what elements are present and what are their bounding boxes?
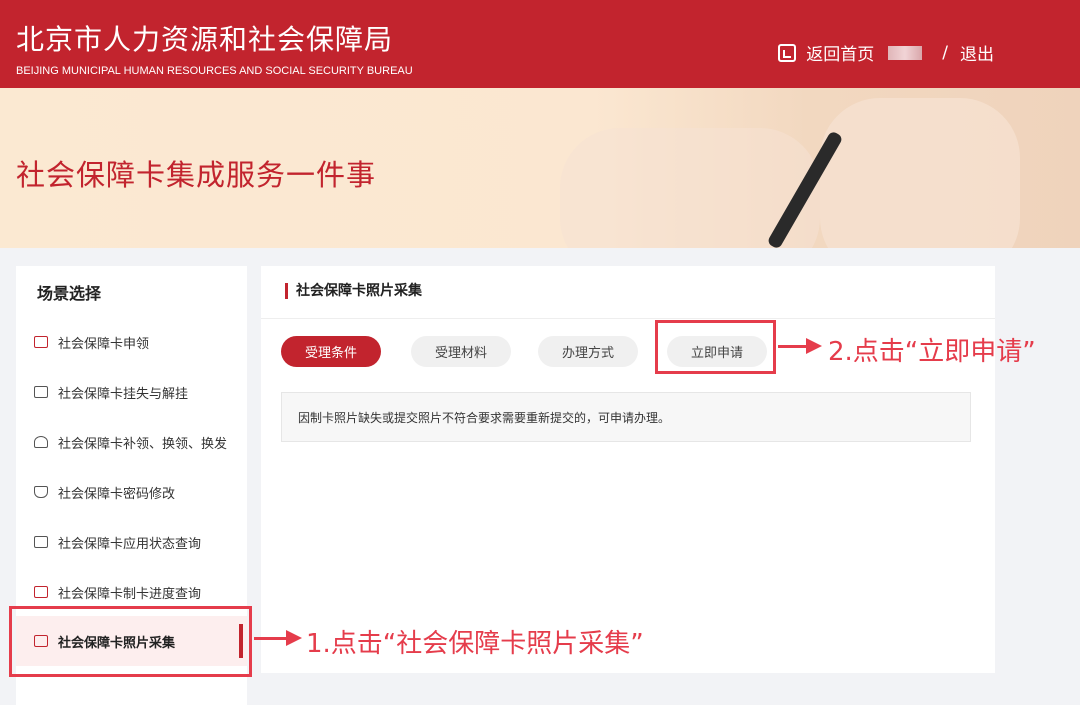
sidebar-item-status-query[interactable]: 社会保障卡应用状态查询 (16, 517, 247, 567)
panel-title: 社会保障卡照片采集 (285, 283, 422, 299)
person-icon (34, 436, 48, 448)
banner-title: 社会保障卡集成服务一件事 (16, 158, 377, 192)
site-subtitle: BEIJING MUNICIPAL HUMAN RESOURCES AND SO… (16, 65, 413, 77)
tab-conditions[interactable]: 受理条件 (281, 336, 381, 367)
arrow-step2 (778, 338, 822, 354)
sidebar-item-card-replace[interactable]: 社会保障卡补领、换领、换发 (16, 417, 247, 467)
sidebar-item-label: 社会保障卡密码修改 (58, 486, 176, 502)
info-box: 因制卡照片缺失或提交照片不符合要求需要重新提交的，可申请办理。 (281, 392, 971, 442)
arrow-step1 (254, 630, 302, 646)
info-text: 因制卡照片缺失或提交照片不符合要求需要重新提交的，可申请办理。 (298, 410, 671, 425)
sidebar-item-password[interactable]: 社会保障卡密码修改 (16, 467, 247, 517)
highlight-box-sidebar (9, 606, 252, 677)
home-link[interactable]: 返回首页 (806, 40, 874, 65)
sidebar-item-label: 社会保障卡挂失与解挂 (58, 386, 189, 402)
annotation-step1: 1.点击“社会保障卡照片采集” (306, 629, 644, 659)
hero-banner: 社会保障卡集成服务一件事 (0, 88, 1080, 248)
highlight-box-apply (655, 320, 776, 374)
header-nav: 返回首页 / 退出 (778, 40, 994, 65)
sidebar-item-label: 社会保障卡制卡进度查询 (58, 586, 202, 602)
tab-methods[interactable]: 办理方式 (538, 336, 638, 367)
sidebar-item-card-loss[interactable]: 社会保障卡挂失与解挂 (16, 367, 247, 417)
sidebar-item-label: 社会保障卡申领 (58, 336, 150, 352)
main-panel: 社会保障卡照片采集 受理条件 受理材料 办理方式 立即申请 因制卡照片缺失或提交… (261, 266, 995, 673)
tab-materials[interactable]: 受理材料 (411, 336, 511, 367)
sidebar-heading: 场景选择 (37, 284, 102, 303)
logout-link[interactable]: 退出 (960, 40, 994, 65)
home-return-icon[interactable] (778, 43, 797, 62)
user-name-blurred (888, 45, 923, 60)
sidebar-item-label: 社会保障卡补领、换领、换发 (58, 436, 228, 452)
card-lock-icon (34, 386, 48, 398)
id-card-icon (34, 586, 48, 598)
site-title: 北京市人力资源和社会保障局 (16, 23, 394, 56)
annotation-step2: 2.点击“立即申请” (828, 337, 1036, 367)
divider (261, 318, 995, 319)
sidebar-item-card-apply[interactable]: 社会保障卡申领 (16, 317, 247, 367)
edit-card-icon (34, 536, 48, 548)
graduation-cap-icon (34, 486, 48, 498)
banner-image-hand-2 (820, 98, 1020, 248)
top-header: 北京市人力资源和社会保障局 BEIJING MUNICIPAL HUMAN RE… (0, 0, 1080, 88)
nav-separator: / (942, 42, 948, 63)
id-card-icon (34, 336, 48, 348)
sidebar-item-label: 社会保障卡应用状态查询 (58, 536, 202, 552)
